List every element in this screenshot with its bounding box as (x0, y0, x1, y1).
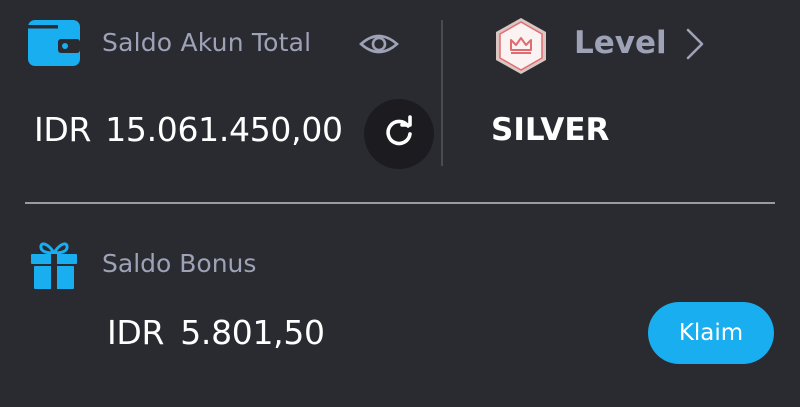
level-label[interactable]: Level (574, 25, 667, 61)
refresh-button[interactable] (364, 99, 434, 169)
gift-icon (30, 239, 78, 289)
section-divider (25, 202, 775, 204)
level-value: SILVER (491, 112, 610, 148)
chevron-right-icon[interactable] (682, 26, 708, 62)
eye-icon[interactable] (358, 26, 400, 62)
claim-button[interactable]: Klaim (648, 302, 774, 364)
wallet-icon (28, 20, 80, 66)
crown-badge-icon (494, 17, 548, 75)
refresh-icon (382, 115, 416, 153)
total-balance-currency: IDR (34, 110, 92, 149)
total-balance-value: 15.061.450,00 (105, 110, 343, 149)
vertical-divider (441, 20, 443, 166)
bonus-balance-amount: IDR 5.801,50 (107, 313, 325, 352)
total-balance-label: Saldo Akun Total (102, 28, 312, 57)
bonus-balance-value: 5.801,50 (180, 313, 325, 352)
total-balance-amount: IDR 15.061.450,00 (34, 110, 343, 149)
bonus-balance-currency: IDR (107, 313, 165, 352)
bonus-balance-label: Saldo Bonus (102, 249, 257, 278)
